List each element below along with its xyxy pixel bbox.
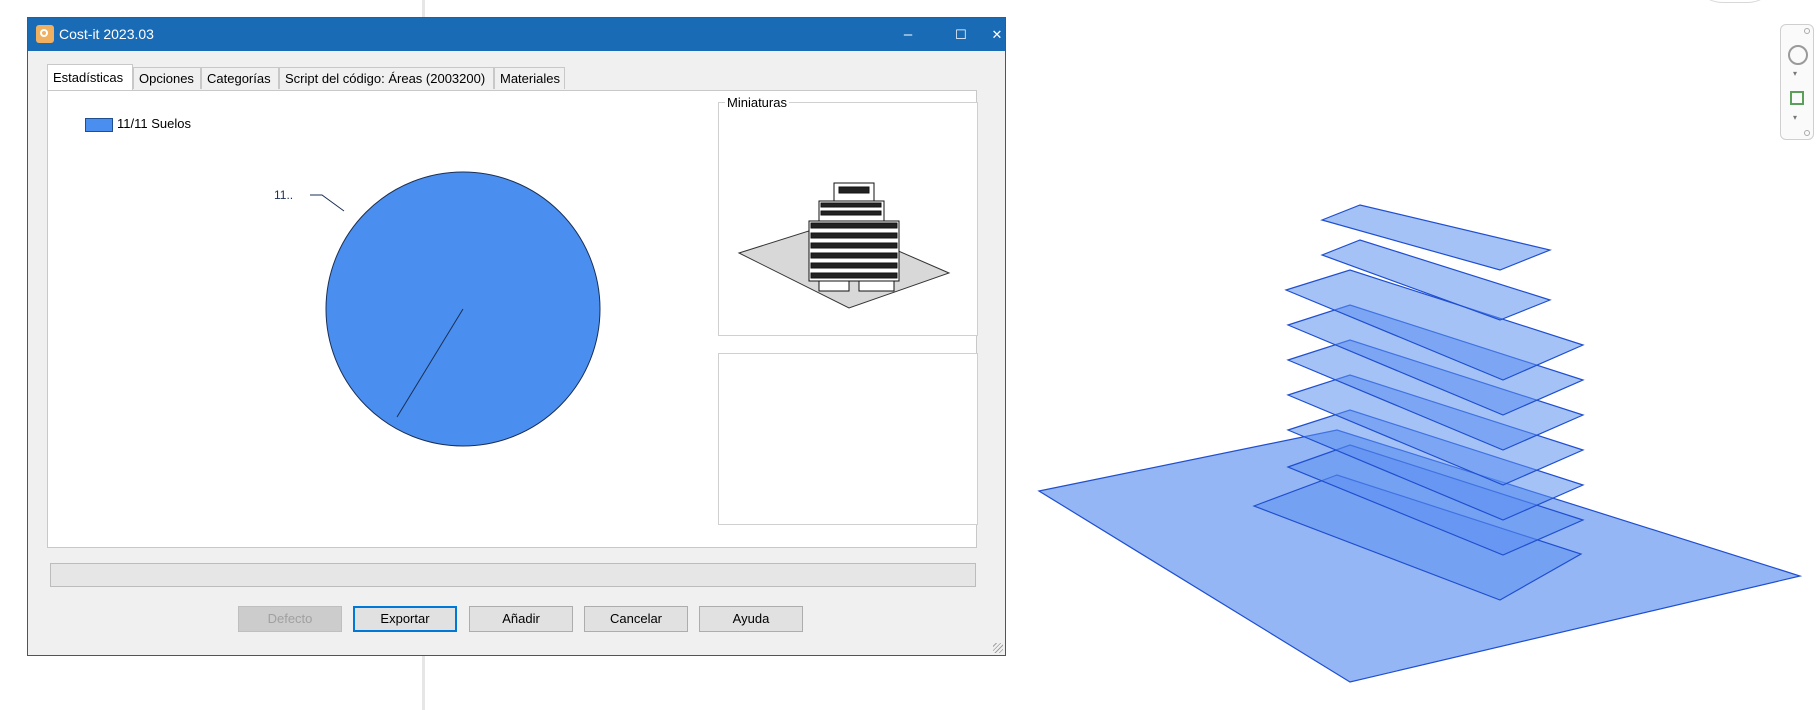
viewcube-edge bbox=[1690, 0, 1780, 3]
3d-floor-model bbox=[1037, 204, 1803, 683]
thumbnails-label: Miniaturas bbox=[725, 95, 789, 110]
tab-estadisticas[interactable]: Estadísticas bbox=[47, 64, 133, 90]
title-bar[interactable]: Cost-it 2023.03 ‒ ☐ ✕ bbox=[28, 18, 1005, 51]
steering-wheel-icon[interactable] bbox=[1788, 45, 1808, 65]
window-title: Cost-it 2023.03 bbox=[59, 26, 154, 42]
tab-opciones[interactable]: Opciones bbox=[133, 67, 201, 89]
chevron-down-icon[interactable]: ▾ bbox=[1793, 113, 1797, 122]
thumbnails-group: Miniaturas bbox=[718, 95, 978, 336]
default-button[interactable]: Defecto bbox=[238, 606, 342, 632]
cancel-button[interactable]: Cancelar bbox=[584, 606, 688, 632]
progress-bar bbox=[50, 563, 976, 587]
minimize-button[interactable]: ‒ bbox=[885, 18, 931, 51]
help-button[interactable]: Ayuda bbox=[699, 606, 803, 632]
zoom-icon[interactable] bbox=[1790, 91, 1804, 105]
add-button[interactable]: Añadir bbox=[469, 606, 573, 632]
tab-materiales[interactable]: Materiales bbox=[494, 67, 565, 89]
preview-group bbox=[718, 353, 978, 525]
pie-slice-label: 11.. bbox=[274, 188, 293, 202]
cost-it-dialog: Cost-it 2023.03 ‒ ☐ ✕ Estadísticas Opcio… bbox=[27, 17, 1006, 656]
close-button[interactable]: ✕ bbox=[984, 18, 1010, 51]
building-thumbnail bbox=[737, 182, 951, 309]
maximize-button[interactable]: ☐ bbox=[938, 18, 984, 51]
tab-script[interactable]: Script del código: Áreas (2003200) bbox=[279, 67, 494, 89]
resize-grip[interactable] bbox=[993, 643, 1003, 653]
export-button[interactable]: Exportar bbox=[353, 606, 457, 632]
app-icon bbox=[36, 25, 54, 43]
chevron-down-icon[interactable]: ▾ bbox=[1793, 69, 1797, 78]
navbar-close-icon[interactable] bbox=[1804, 28, 1810, 34]
tab-categorias[interactable]: Categorías bbox=[201, 67, 279, 89]
statistics-panel: 11/11 Suelos 11.. Miniaturas bbox=[47, 90, 978, 548]
pie-label-leader bbox=[310, 194, 345, 212]
pie-chart: 11.. bbox=[274, 171, 601, 447]
navbar-settings-icon[interactable] bbox=[1804, 130, 1810, 136]
navigation-bar: ▾ ▾ bbox=[1780, 24, 1814, 140]
